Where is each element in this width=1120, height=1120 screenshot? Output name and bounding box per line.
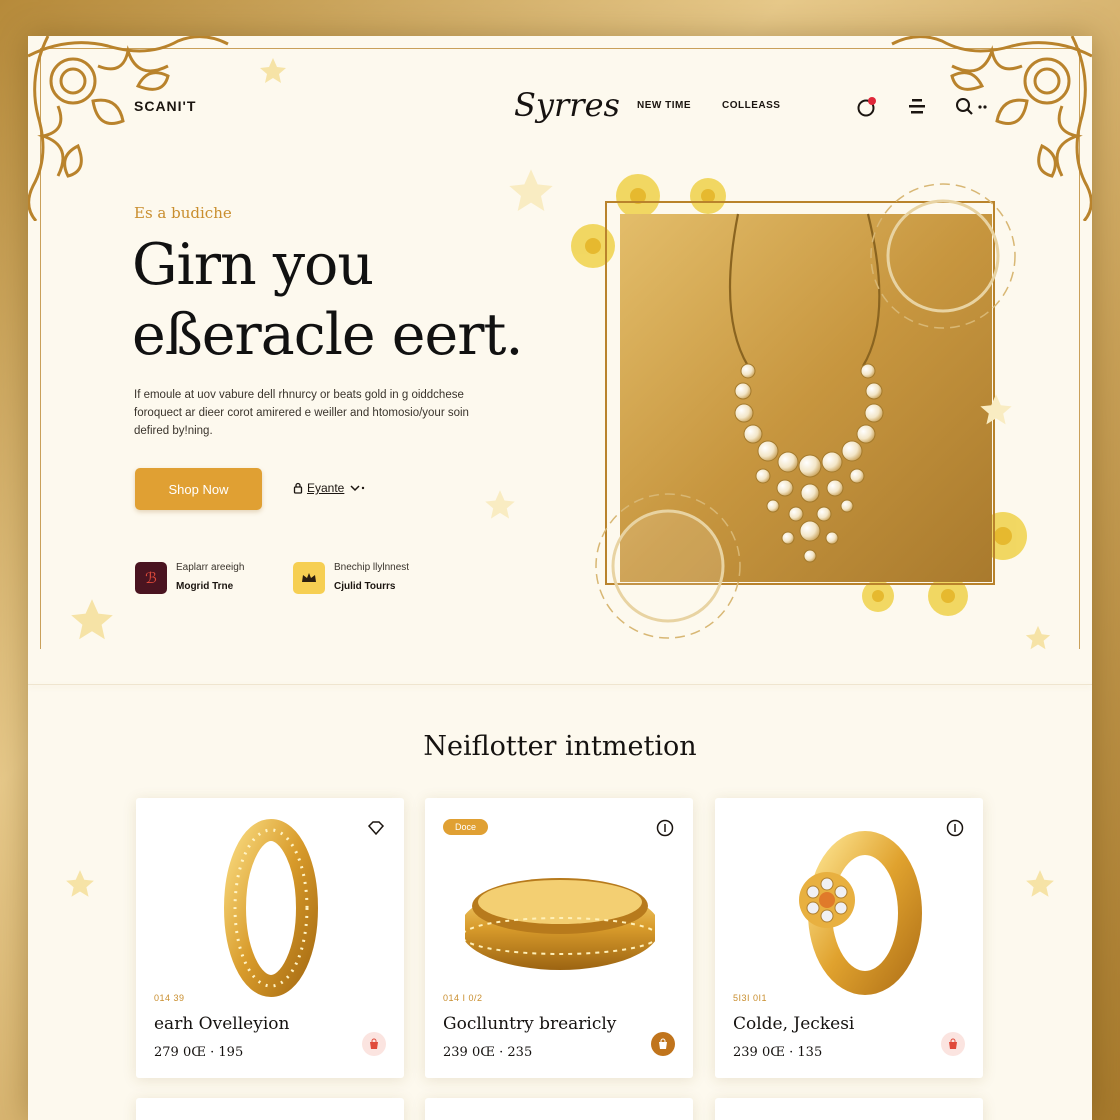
flower-decoration	[980, 394, 1012, 425]
product-code: 5I3I 0I1	[733, 993, 768, 1003]
chevron-down-icon	[350, 485, 365, 492]
section-divider	[28, 684, 1092, 685]
flower-decoration	[66, 870, 94, 897]
product-name[interactable]: Colde, Jeckesi	[733, 1014, 854, 1034]
menu-icon[interactable]	[906, 96, 928, 118]
shop-now-button[interactable]: Shop Now	[135, 468, 262, 510]
brand-icon: ℬ	[135, 562, 167, 594]
feature-line-1: Bnechip llylnnest	[334, 562, 410, 573]
diamond-icon[interactable]	[366, 818, 386, 838]
headline-line-2: eßeracle eert.	[132, 302, 524, 368]
hero-eyebrow: Es a budiche	[134, 204, 232, 222]
product-card[interactable]: 5I3I 0I1 Colde, Jeckesi 239 0Œ · 135	[715, 798, 983, 1078]
flower-decoration	[485, 490, 515, 519]
explore-link[interactable]: Eyante	[293, 481, 366, 495]
headline-line-1: Girn you	[132, 232, 374, 298]
explore-label: Eyante	[307, 481, 345, 495]
page: SCANI'T Syrres NEW TIME COLLEASS Es a bu…	[28, 36, 1092, 1120]
product-name[interactable]: Goclluntry brearicly	[443, 1014, 616, 1034]
product-code: 014 I 0/2	[443, 993, 483, 1003]
product-card[interactable]: 014 39 earh Ovelleyion 279 0Œ · 195	[136, 798, 404, 1078]
ornament-corner-left	[28, 36, 229, 221]
product-price: 279 0Œ · 195	[154, 1045, 244, 1060]
product-tag-badge: Doce	[443, 819, 489, 835]
flower-decoration	[509, 169, 553, 211]
product-card-partial[interactable]	[136, 1098, 404, 1120]
product-price: 239 0Œ · 135	[733, 1045, 823, 1060]
add-to-cart-button[interactable]	[362, 1032, 386, 1056]
notification-icon[interactable]	[856, 96, 878, 118]
product-code: 014 39	[154, 993, 185, 1003]
product-card-partial[interactable]	[425, 1098, 693, 1120]
info-icon[interactable]	[655, 818, 675, 838]
flower-decoration	[71, 599, 113, 640]
product-price: 239 0Œ · 235	[443, 1045, 533, 1060]
product-card-partial[interactable]	[715, 1098, 983, 1120]
flower-decoration	[1026, 870, 1054, 897]
flower-decoration	[260, 58, 286, 83]
add-to-cart-button[interactable]	[941, 1032, 965, 1056]
bag-icon	[949, 1038, 957, 1049]
nav-link-new-time[interactable]: NEW TIME	[637, 100, 691, 111]
site-logo[interactable]: Syrres	[514, 86, 620, 124]
feature-item: ℬ Eaplarr areeigh Mogrid Trne	[135, 562, 244, 594]
product-name[interactable]: earh Ovelleyion	[154, 1014, 289, 1034]
bag-icon	[659, 1038, 667, 1049]
feature-line-2: Cjulid Tourrs	[334, 581, 396, 592]
feature-line-1: Eaplarr areeigh	[176, 562, 245, 573]
flower-decoration	[1025, 625, 1051, 650]
product-image-ring	[224, 819, 318, 997]
section-title: Neiflotter intmetion	[423, 731, 697, 762]
add-to-cart-button[interactable]	[651, 1032, 675, 1056]
more-icon	[978, 105, 982, 109]
lock-icon	[293, 482, 303, 494]
brand-left-link[interactable]: SCANI'T	[134, 98, 196, 114]
search-icon[interactable]	[954, 96, 992, 118]
product-image-cocktail-ring	[799, 831, 922, 995]
crown-icon	[293, 562, 325, 594]
product-image-bangle	[465, 878, 655, 970]
bag-icon	[370, 1038, 378, 1049]
hero-paragraph: If emoule at uov vabure dell rhnurcy or …	[134, 389, 469, 437]
hero-headline: Girn you eßeracle eert.	[132, 230, 524, 370]
info-icon[interactable]	[945, 818, 965, 838]
feature-line-2: Mogrid Trne	[176, 581, 234, 592]
feature-item: Bnechip llylnnest Cjulid Tourrs	[293, 562, 409, 594]
product-card[interactable]: Doce 014 I 0/2 Goclluntry brearicly 239 …	[425, 798, 693, 1078]
nav-link-colleass[interactable]: COLLEASS	[722, 100, 780, 111]
